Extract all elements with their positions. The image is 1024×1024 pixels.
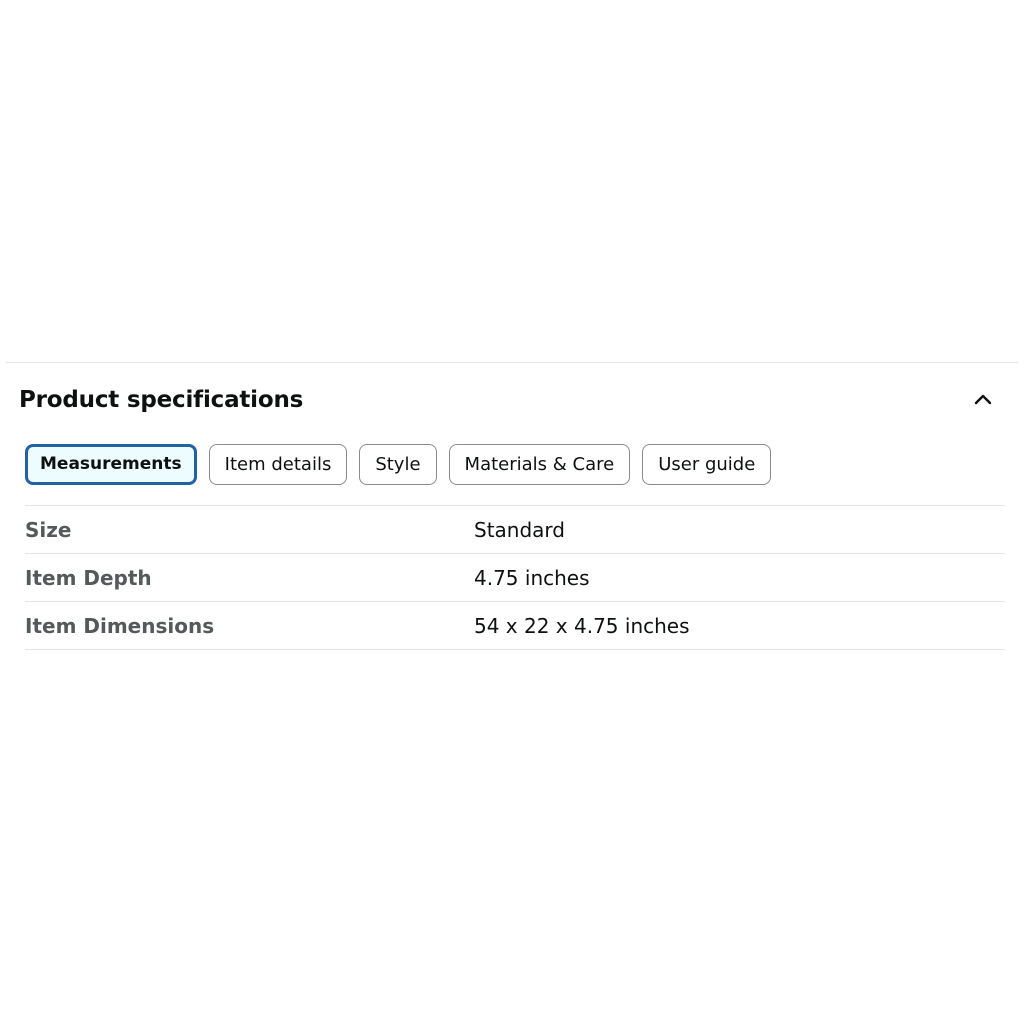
spec-label: Item Dimensions xyxy=(25,613,215,638)
spec-table: Size Standard Item Depth 4.75 inches Ite… xyxy=(25,505,1005,650)
spec-label: Item Depth xyxy=(25,565,152,590)
spec-tabs: Measurements Item details Style Material… xyxy=(25,444,772,485)
tab-user-guide[interactable]: User guide xyxy=(642,444,772,485)
spec-row-size: Size Standard xyxy=(25,506,1005,554)
spec-label: Size xyxy=(25,517,72,542)
spec-value: 54 x 22 x 4.75 inches xyxy=(474,613,690,638)
spec-value: Standard xyxy=(474,517,565,542)
spec-row-item-dimensions: Item Dimensions 54 x 22 x 4.75 inches xyxy=(25,602,1005,650)
tab-measurements[interactable]: Measurements xyxy=(25,444,197,485)
product-specifications-header[interactable]: Product specifications xyxy=(19,380,1007,420)
spec-value: 4.75 inches xyxy=(474,565,590,590)
section-title: Product specifications xyxy=(19,387,304,413)
chevron-up-icon[interactable] xyxy=(969,386,997,414)
tab-materials-care[interactable]: Materials & Care xyxy=(448,444,631,485)
section-divider xyxy=(6,362,1018,363)
spec-row-item-depth: Item Depth 4.75 inches xyxy=(25,554,1005,602)
tab-style[interactable]: Style xyxy=(359,444,437,485)
tab-item-details[interactable]: Item details xyxy=(208,444,348,485)
